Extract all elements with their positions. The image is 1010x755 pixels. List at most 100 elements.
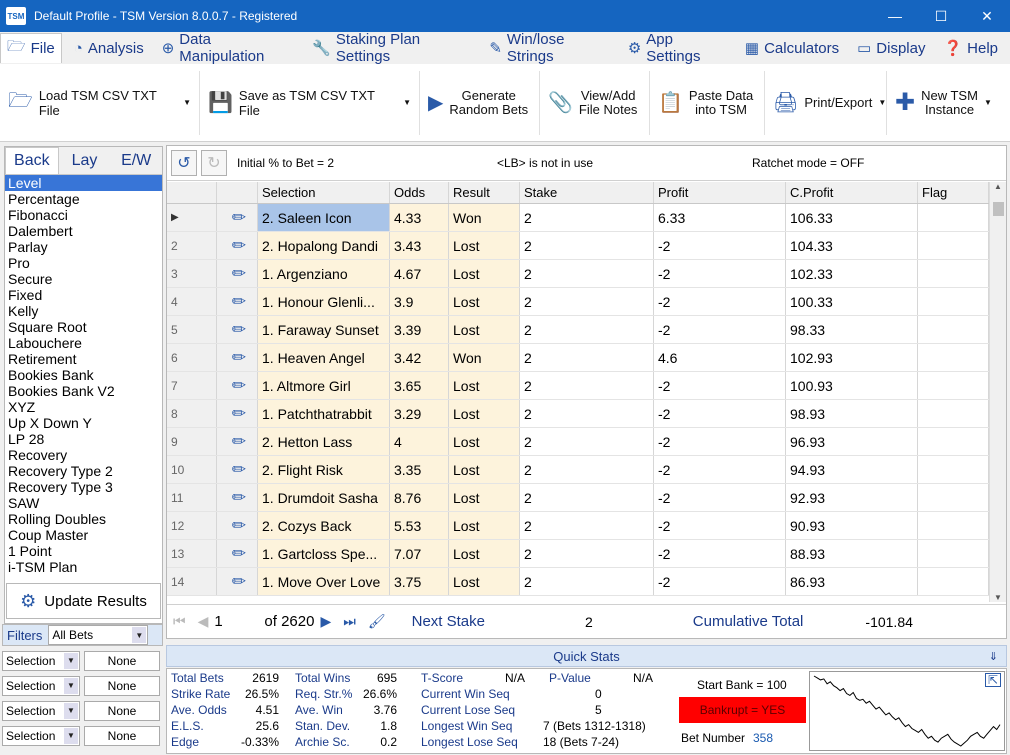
menu-staking-plan-settings[interactable]: 🔧 Staking Plan Settings [306,31,477,65]
table-row[interactable]: 10 ✏ 2. Flight Risk 3.35 Lost 2 -2 94.93 [167,456,989,484]
cell-stake[interactable]: 2 [520,372,654,399]
cell-odds[interactable]: 3.75 [390,568,449,595]
cell-stake[interactable]: 2 [520,400,654,427]
edit-row-button[interactable]: ✏ [217,344,258,371]
first-record-icon[interactable]: ⏮ [173,613,186,630]
grid-scrollbar[interactable]: ▲ ▼ [989,182,1006,602]
plan-item[interactable]: Recovery [5,447,162,463]
cell-stake[interactable]: 2 [520,316,654,343]
cell-odds[interactable]: 3.29 [390,400,449,427]
cell-selection[interactable]: 1. Altmore Girl [258,372,390,399]
plan-item[interactable]: 1 Point [5,543,162,559]
edit-row-button[interactable]: ✏ [217,232,258,259]
paste-data-button[interactable]: 📋 Paste Data into TSM [650,70,765,135]
cell-odds[interactable]: 3.42 [390,344,449,371]
menu-analysis[interactable]: ◔ Analysis [68,33,150,63]
cell-cprofit[interactable]: 102.93 [786,344,918,371]
cell-flag[interactable] [918,484,989,511]
row-number[interactable]: 2 [167,232,217,259]
cell-flag[interactable] [918,204,989,231]
row-number[interactable]: 8 [167,400,217,427]
cell-odds[interactable]: 7.07 [390,540,449,567]
plan-item[interactable]: Secure [5,271,162,287]
row-number[interactable]: 13 [167,540,217,567]
cell-flag[interactable] [918,568,989,595]
filters-dropdown[interactable]: All Bets ▼ [48,625,149,645]
row-number[interactable]: 12 [167,512,217,539]
cell-flag[interactable] [918,428,989,455]
edit-row-button[interactable]: ✏ [217,568,258,595]
cell-selection[interactable]: 1. Honour Glenli... [258,288,390,315]
edit-row-button[interactable]: ✏ [217,316,258,343]
table-row[interactable]: ▶ ✏ 2. Saleen Icon 4.33 Won 2 6.33 106.33 [167,204,989,232]
header-odds[interactable]: Odds [390,182,449,203]
cell-profit[interactable]: -2 [654,456,786,483]
row-number[interactable]: 5 [167,316,217,343]
cell-selection[interactable]: 2. Hetton Lass [258,428,390,455]
cell-profit[interactable]: 6.33 [654,204,786,231]
edit-row-button[interactable]: ✏ [217,540,258,567]
table-row[interactable]: 14 ✏ 1. Move Over Love 3.75 Lost 2 -2 86.93 [167,568,989,596]
print-export-button[interactable]: 🖨 Print/Export ▼ [765,70,887,135]
header-flag[interactable]: Flag [918,182,989,203]
expand-chart-icon[interactable]: ⇱ [984,673,1001,687]
header-result[interactable]: Result [449,182,520,203]
table-row[interactable]: 13 ✏ 1. Gartcloss Spe... 7.07 Lost 2 -2 88.93 [167,540,989,568]
plan-item[interactable]: Retirement [5,351,162,367]
cell-flag[interactable] [918,260,989,287]
filter-field-dropdown[interactable]: Selection ▼ [2,700,80,721]
edit-row-button[interactable]: ✏ [217,512,258,539]
plan-item[interactable]: Level [5,175,162,191]
cell-profit[interactable]: -2 [654,484,786,511]
plan-item[interactable]: Coup Master [5,527,162,543]
cell-result[interactable]: Lost [449,372,520,399]
row-number[interactable]: 6 [167,344,217,371]
cell-odds[interactable]: 3.43 [390,232,449,259]
cell-profit[interactable]: -2 [654,232,786,259]
cell-result[interactable]: Lost [449,288,520,315]
table-row[interactable]: 3 ✏ 1. Argenziano 4.67 Lost 2 -2 102.33 [167,260,989,288]
current-record-field[interactable]: 1 [214,613,264,630]
plan-item[interactable]: Recovery Type 2 [5,463,162,479]
menu-display[interactable]: ▭ Display [851,33,931,63]
plan-item[interactable]: Square Root [5,319,162,335]
cell-cprofit[interactable]: 98.33 [786,316,918,343]
edit-row-button[interactable]: ✏ [217,204,258,231]
header-cprofit[interactable]: C.Profit [786,182,918,203]
filter-field-dropdown[interactable]: Selection ▼ [2,650,80,671]
cell-profit[interactable]: 4.6 [654,344,786,371]
cell-selection[interactable]: 1. Argenziano [258,260,390,287]
row-number[interactable]: 4 [167,288,217,315]
cell-result[interactable]: Won [449,204,520,231]
cell-selection[interactable]: 2. Hopalong Dandi [258,232,390,259]
menu-file[interactable]: 🗁 File [0,33,62,63]
cell-result[interactable]: Lost [449,316,520,343]
new-tsm-instance-button[interactable]: ✚ New TSM Instance ▼ [887,71,1005,135]
cell-profit[interactable]: -2 [654,540,786,567]
edit-row-button[interactable]: ✏ [217,288,258,315]
cell-result[interactable]: Lost [449,260,520,287]
cell-selection[interactable]: 1. Heaven Angel [258,344,390,371]
cell-odds[interactable]: 4.67 [390,260,449,287]
table-row[interactable]: 4 ✏ 1. Honour Glenli... 3.9 Lost 2 -2 100.33 [167,288,989,316]
edit-row-button[interactable]: ✏ [217,260,258,287]
cell-selection[interactable]: 1. Patchthatrabbit [258,400,390,427]
cell-odds[interactable]: 3.65 [390,372,449,399]
cell-stake[interactable]: 2 [520,232,654,259]
cell-cprofit[interactable]: 104.33 [786,232,918,259]
cell-result[interactable]: Lost [449,428,520,455]
scroll-down-icon[interactable]: ▼ [990,593,1006,602]
minimize-button[interactable]: — [872,0,918,32]
cell-cprofit[interactable]: 102.33 [786,260,918,287]
cell-profit[interactable]: -2 [654,568,786,595]
cell-result[interactable]: Lost [449,456,520,483]
cell-odds[interactable]: 8.76 [390,484,449,511]
cell-flag[interactable] [918,372,989,399]
plan-item[interactable]: Rolling Doubles [5,511,162,527]
cell-flag[interactable] [918,344,989,371]
table-row[interactable]: 11 ✏ 1. Drumdoit Sasha 8.76 Lost 2 -2 92.93 [167,484,989,512]
undo-icon[interactable]: ↺ [171,150,197,176]
cell-stake[interactable]: 2 [520,484,654,511]
cell-odds[interactable]: 4.33 [390,204,449,231]
cell-stake[interactable]: 2 [520,288,654,315]
